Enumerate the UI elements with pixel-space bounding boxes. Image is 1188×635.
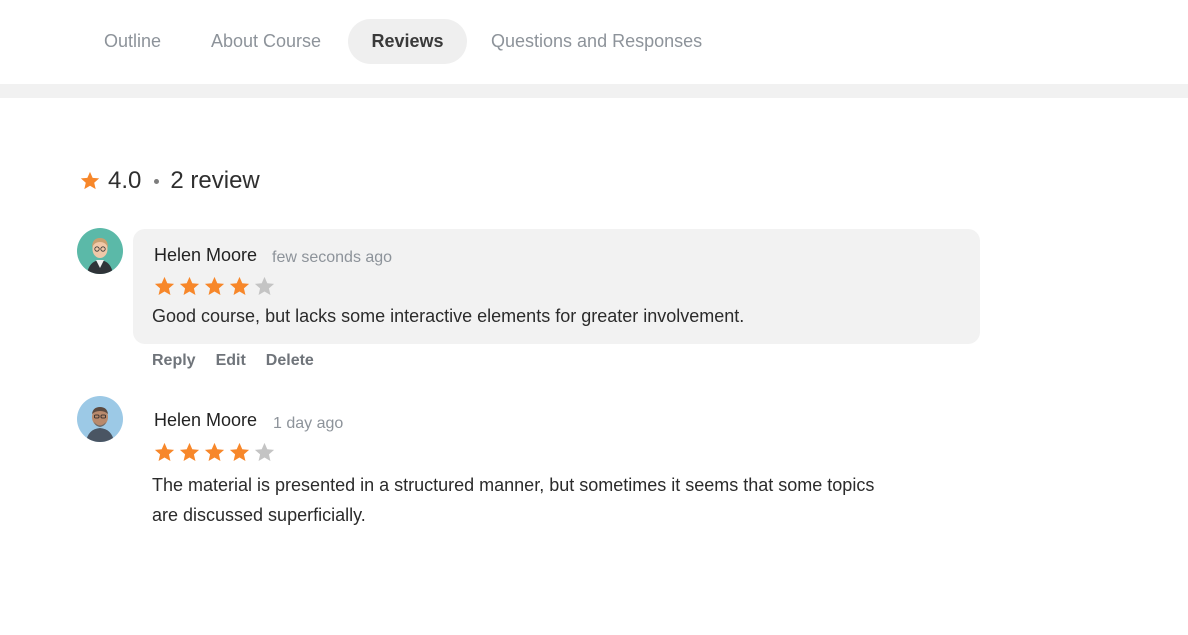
- star-empty-icon: [254, 276, 275, 296]
- tab-outline[interactable]: Outline: [79, 19, 186, 64]
- star-filled-icon: [179, 442, 200, 462]
- review-rating-stars: [153, 275, 276, 298]
- review-text: Good course, but lacks some interactive …: [152, 306, 745, 326]
- review-author[interactable]: Helen Moore: [154, 245, 257, 266]
- average-rating: 4.0: [108, 167, 142, 194]
- star-filled-icon: [229, 276, 250, 296]
- separator-dot: [154, 178, 160, 184]
- review-count: 2 review: [170, 167, 260, 194]
- avatar[interactable]: [77, 228, 123, 274]
- rating-summary: 4.0 2 review: [79, 166, 260, 196]
- reply-button[interactable]: Reply: [152, 352, 196, 370]
- tab-about-course[interactable]: About Course: [186, 19, 346, 64]
- star-filled-icon: [204, 442, 225, 462]
- user-avatar-icon: [77, 228, 123, 274]
- review-text-line: The material is presented in a structure…: [152, 475, 875, 495]
- course-tabs: Outline About Course Reviews Questions a…: [0, 0, 1188, 84]
- star-filled-icon: [154, 276, 175, 296]
- review-rating-stars: [153, 441, 276, 464]
- avatar[interactable]: [77, 396, 123, 442]
- review-author[interactable]: Helen Moore: [154, 410, 257, 431]
- tab-questions-and-responses[interactable]: Questions and Responses: [466, 19, 727, 64]
- star-filled-icon: [154, 442, 175, 462]
- star-icon: [80, 171, 100, 190]
- edit-button[interactable]: Edit: [216, 352, 246, 370]
- review-actions: Reply Edit Delete: [152, 352, 334, 370]
- review-time: 1 day ago: [273, 415, 344, 432]
- delete-button[interactable]: Delete: [266, 352, 314, 370]
- star-filled-icon: [204, 276, 225, 296]
- star-filled-icon: [179, 276, 200, 296]
- section-divider: [0, 84, 1188, 98]
- review-time: few seconds ago: [272, 249, 393, 266]
- star-empty-icon: [254, 442, 275, 462]
- review-text-line: are discussed superficially.: [152, 505, 366, 525]
- user-avatar-icon: [77, 396, 123, 442]
- star-filled-icon: [229, 442, 250, 462]
- tab-reviews[interactable]: Reviews: [348, 19, 467, 64]
